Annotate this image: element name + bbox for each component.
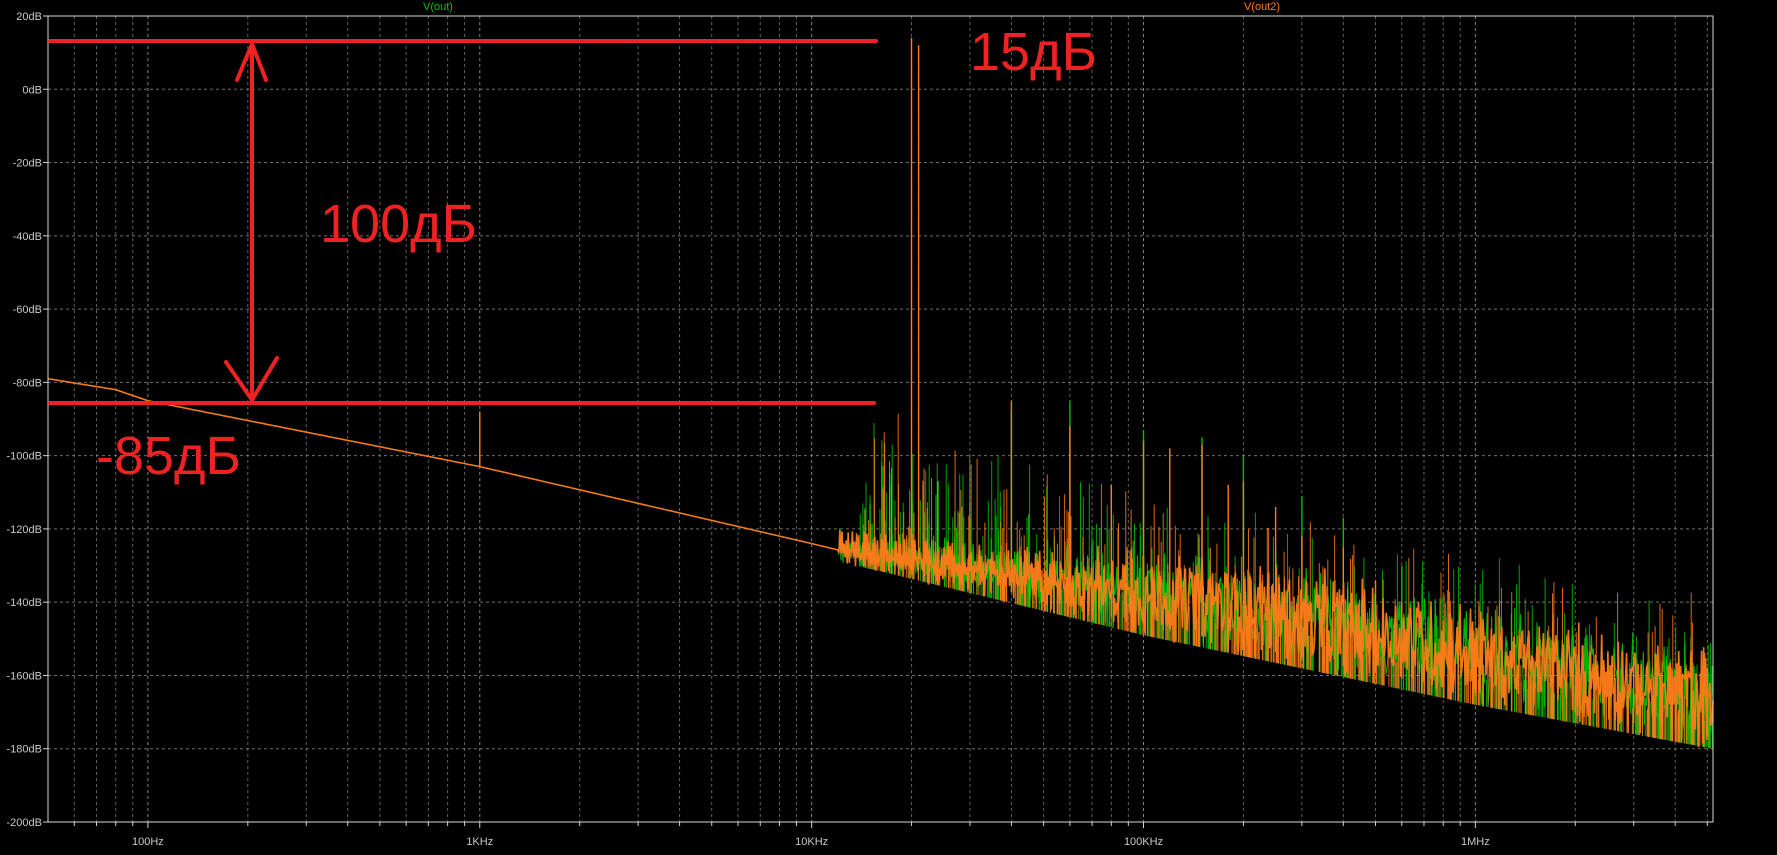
y-tick-label: -160dB: [7, 670, 42, 682]
y-tick-label: -80dB: [13, 377, 42, 389]
x-tick-label: 100Hz: [132, 836, 164, 848]
y-tick-label: -140dB: [7, 597, 42, 609]
spectrum-plot: 20dB 0dB -20dB -40dB -60dB -80dB -100dB -120dB -…: [0, 0, 1777, 855]
trace-label-vout2[interactable]: V(out2): [1244, 1, 1280, 13]
y-tick-label: -200dB: [7, 817, 42, 829]
top-level-label: 15дБ: [970, 22, 1097, 82]
trace-label-vout[interactable]: V(out): [423, 1, 453, 13]
y-tick-label: -180dB: [7, 744, 42, 756]
range-label: 100дБ: [320, 194, 477, 254]
y-tick-label: -120dB: [7, 524, 42, 536]
y-tick-label: 20dB: [16, 11, 42, 23]
y-tick-label: -40dB: [13, 231, 42, 243]
y-tick-label: -100dB: [7, 451, 42, 463]
x-tick-label: 100KHz: [1124, 836, 1163, 848]
bottom-level-label: -85дБ: [96, 426, 241, 486]
x-tick-label: 10KHz: [795, 836, 828, 848]
x-tick-label: 1KHz: [466, 836, 493, 848]
y-tick-label: -20dB: [13, 158, 42, 170]
y-tick-label: 0dB: [22, 84, 42, 96]
y-tick-label: -60dB: [13, 304, 42, 316]
plot-background: [0, 0, 1777, 855]
x-tick-label: 1MHz: [1461, 836, 1490, 848]
